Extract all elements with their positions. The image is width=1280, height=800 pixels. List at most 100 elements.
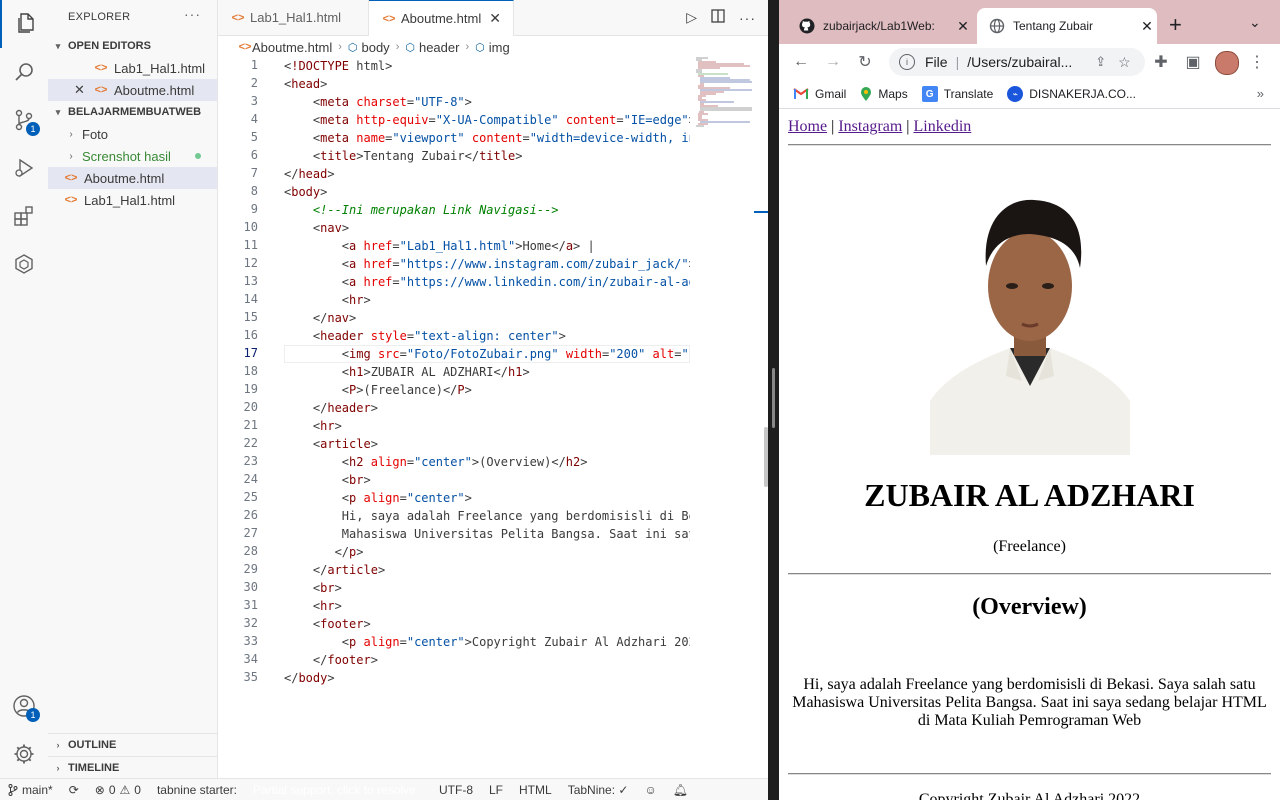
tree-folder-screenshot[interactable]: › Screnshot hasil bbox=[48, 145, 217, 167]
code-line[interactable]: <br> bbox=[284, 471, 690, 489]
code-line[interactable]: <a href="Lab1_Hal1.html">Home</a> | bbox=[284, 237, 690, 255]
code-line[interactable]: <meta http-equiv="X-UA-Compatible" conte… bbox=[284, 111, 690, 129]
accounts-icon[interactable]: 1 bbox=[0, 682, 48, 730]
code-line[interactable]: <p align="center"> bbox=[284, 489, 690, 507]
browser-tab-tentang[interactable]: Tentang Zubair ✕ bbox=[977, 8, 1157, 44]
tab-search-chevron-icon[interactable]: ⌄ bbox=[1249, 14, 1261, 31]
code-line[interactable]: <hr> bbox=[284, 417, 690, 435]
code-line[interactable]: <head> bbox=[284, 75, 690, 93]
more-actions-icon[interactable]: ··· bbox=[739, 10, 756, 26]
feedback-icon[interactable]: ☺ bbox=[636, 783, 664, 797]
extensions-icon[interactable] bbox=[0, 192, 48, 240]
close-icon[interactable]: ✕ bbox=[74, 82, 92, 98]
problems-indicator[interactable]: ⊗ 0 ⚠ 0 bbox=[87, 783, 149, 797]
tabnine-status[interactable]: tabnine starter: bbox=[149, 783, 245, 797]
code-line[interactable]: </nav> bbox=[284, 309, 690, 327]
code-line[interactable]: <title>Tentang Zubair</title> bbox=[284, 147, 690, 165]
code-line[interactable]: <header style="text-align: center"> bbox=[284, 327, 690, 345]
open-editor-item[interactable]: ✕ <> Aboutme.html bbox=[48, 79, 217, 101]
bookmark-translate[interactable]: G Translate bbox=[921, 86, 993, 102]
code-line[interactable]: <article> bbox=[284, 435, 690, 453]
sync-icon[interactable]: ⟳ bbox=[61, 783, 87, 797]
eol-indicator[interactable]: LF bbox=[481, 783, 511, 797]
side-panel-icon[interactable]: ▣ bbox=[1177, 52, 1209, 72]
info-icon[interactable]: i bbox=[899, 54, 915, 70]
back-arrow-icon[interactable]: ← bbox=[785, 53, 817, 71]
code-line[interactable]: <hr> bbox=[284, 291, 690, 309]
close-icon[interactable]: ✕ bbox=[489, 10, 501, 27]
browser-tab-github[interactable]: zubairjack/Lab1Web: ✕ bbox=[787, 8, 973, 44]
code-line[interactable]: <nav> bbox=[284, 219, 690, 237]
workspace-header[interactable]: ▾ BELAJARMEMBUATWEB bbox=[48, 101, 217, 123]
bookmark-maps[interactable]: Maps bbox=[860, 86, 908, 102]
extensions-puzzle-icon[interactable]: ✚ bbox=[1145, 52, 1177, 72]
code-line[interactable]: </header> bbox=[284, 399, 690, 417]
code-line[interactable]: <body> bbox=[284, 183, 690, 201]
breadcrumb-item[interactable]: body bbox=[361, 40, 389, 55]
run-icon[interactable]: ▷ bbox=[686, 9, 697, 26]
minimap[interactable] bbox=[694, 57, 754, 137]
code-line[interactable]: <a href="https://www.linkedin.com/in/zub… bbox=[284, 273, 690, 291]
git-branch[interactable]: main* bbox=[0, 783, 61, 797]
encoding-indicator[interactable]: UTF-8 bbox=[431, 783, 481, 797]
code-line[interactable]: </body> bbox=[284, 669, 690, 687]
address-bar[interactable]: i File | /Users/zubairal... ⇪ ☆ bbox=[889, 48, 1145, 76]
chrome-menu-icon[interactable]: ⋮ bbox=[1241, 52, 1273, 72]
code-line[interactable]: <h1>ZUBAIR AL ADZHARI</h1> bbox=[284, 363, 690, 381]
code-line[interactable]: <meta name="viewport" content="width=dev… bbox=[284, 129, 690, 147]
code-line[interactable]: Hi, saya adalah Freelance yang berdomisi… bbox=[284, 507, 690, 525]
code-line[interactable]: Mahasiswa Universitas Pelita Bangsa. Saa… bbox=[284, 525, 690, 543]
tabnine-partial-support[interactable]: Partial support, click to resolve bbox=[245, 782, 431, 797]
nav-link-home[interactable]: Home bbox=[788, 118, 827, 135]
code-line[interactable]: <img src="Foto/FotoZubair.png" width="20… bbox=[284, 345, 690, 363]
nav-link-instagram[interactable]: Instagram bbox=[838, 118, 902, 135]
close-tab-icon[interactable]: ✕ bbox=[1137, 18, 1157, 35]
code-line[interactable]: </head> bbox=[284, 165, 690, 183]
tabnine-check[interactable]: TabNine: ✓ bbox=[560, 783, 637, 797]
code-line[interactable]: <footer> bbox=[284, 615, 690, 633]
code-line[interactable]: <h2 align="center">(Overview)</h2> bbox=[284, 453, 690, 471]
tree-folder-foto[interactable]: › Foto bbox=[48, 123, 217, 145]
code-line[interactable]: <p align="center">Copyright Zubair Al Ad… bbox=[284, 633, 690, 651]
code-line[interactable]: <hr> bbox=[284, 597, 690, 615]
search-icon[interactable] bbox=[0, 48, 48, 96]
code-line[interactable]: <br> bbox=[284, 579, 690, 597]
remote-explorer-icon[interactable] bbox=[0, 240, 48, 288]
breadcrumb-item[interactable]: img bbox=[489, 40, 510, 55]
language-mode[interactable]: HTML bbox=[511, 783, 560, 797]
code-editor[interactable]: 1 <!DOCTYPE html> 2 <head> 3 <meta charset="… bbox=[218, 57, 768, 777]
new-tab-plus-icon[interactable]: + bbox=[1169, 12, 1182, 38]
code-line[interactable]: <P>(Freelance)</P> bbox=[284, 381, 690, 399]
code-line[interactable]: <a href="https://www.instagram.com/zubai… bbox=[284, 255, 690, 273]
nav-link-linkedin[interactable]: Linkedin bbox=[914, 118, 972, 135]
more-bookmarks-icon[interactable]: » bbox=[1257, 86, 1264, 101]
share-icon[interactable]: ⇪ bbox=[1095, 54, 1106, 70]
run-debug-icon[interactable] bbox=[0, 144, 48, 192]
bookmark-star-icon[interactable]: ☆ bbox=[1118, 54, 1131, 71]
reload-icon[interactable]: ↻ bbox=[849, 52, 881, 72]
code-line[interactable]: </p> bbox=[284, 543, 690, 561]
tab-lab1[interactable]: <> Lab1_Hal1.html bbox=[218, 0, 369, 35]
close-tab-icon[interactable]: ✕ bbox=[953, 18, 973, 35]
code-line[interactable]: <!--Ini merupakan Link Navigasi--> bbox=[284, 201, 690, 219]
bookmark-disnakerja[interactable]: ⌁ DISNAKERJA.CO... bbox=[1007, 86, 1136, 102]
more-actions-icon[interactable]: ··· bbox=[184, 6, 201, 22]
split-editor-icon[interactable] bbox=[711, 9, 725, 26]
explorer-icon[interactable] bbox=[0, 0, 50, 48]
breadcrumb-item[interactable]: header bbox=[419, 40, 459, 55]
code-line[interactable]: </footer> bbox=[284, 651, 690, 669]
bookmark-gmail[interactable]: Gmail bbox=[793, 87, 846, 101]
code-line[interactable]: <meta charset="UTF-8"> bbox=[284, 93, 690, 111]
tab-aboutme[interactable]: <> Aboutme.html ✕ bbox=[369, 0, 514, 36]
timeline-header[interactable]: › TIMELINE bbox=[48, 756, 217, 779]
tree-file-lab1[interactable]: <> Lab1_Hal1.html bbox=[48, 189, 217, 211]
source-control-icon[interactable]: 1 bbox=[0, 96, 48, 144]
notifications-bell-icon[interactable]: 🔔︎ bbox=[665, 783, 696, 797]
breadcrumb-item[interactable]: Aboutme.html bbox=[252, 40, 332, 55]
tree-file-aboutme[interactable]: <> Aboutme.html bbox=[48, 167, 217, 189]
forward-arrow-icon[interactable]: → bbox=[817, 53, 849, 71]
code-line[interactable]: </article> bbox=[284, 561, 690, 579]
manage-gear-icon[interactable] bbox=[0, 730, 48, 778]
outline-header[interactable]: › OUTLINE bbox=[48, 734, 217, 756]
open-editors-header[interactable]: ▾ OPEN EDITORS bbox=[48, 35, 217, 57]
